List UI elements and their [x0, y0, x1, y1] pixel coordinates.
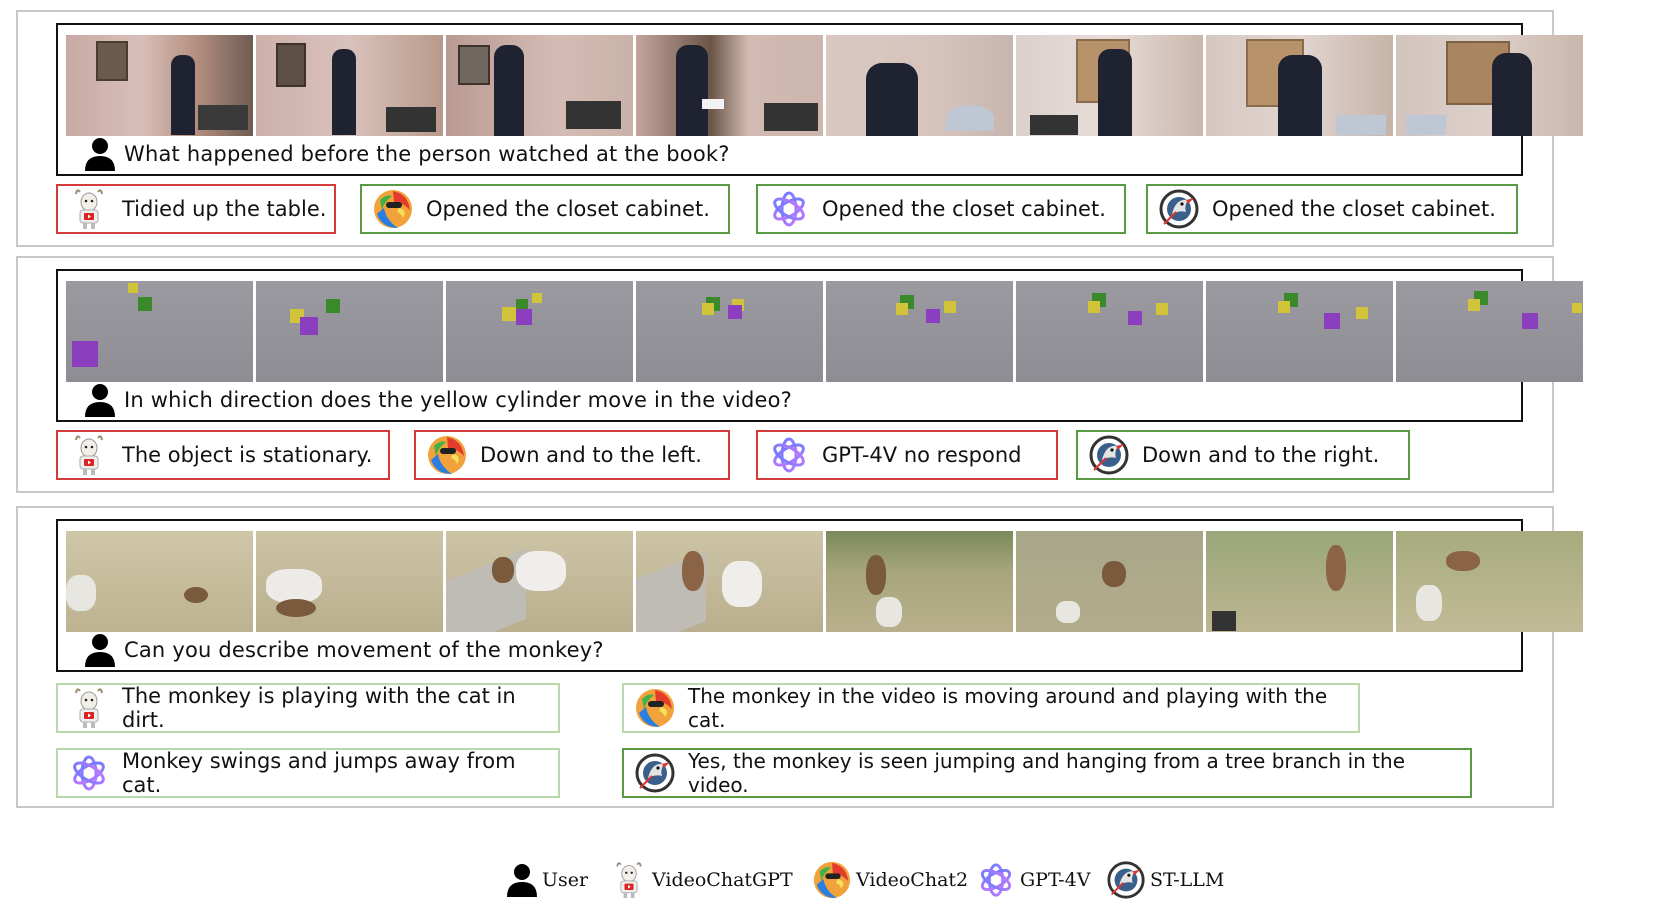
answer-stllm-1: Opened the closet cabinet. [1146, 184, 1518, 234]
video-frames-3 [66, 531, 1583, 632]
video-frame [1206, 35, 1393, 136]
question-2: In which direction does the yellow cylin… [84, 383, 792, 417]
example-panel-2: In which direction does the yellow cylin… [16, 256, 1583, 493]
question-text: What happened before the person watched … [124, 142, 730, 166]
legend-gpt4v: GPT-4V [976, 858, 1090, 902]
video-frame [1206, 531, 1393, 632]
compass-bird-icon [1088, 434, 1130, 476]
answer-gpt4v-2: GPT-4V no respond [756, 430, 1058, 480]
video-frame [636, 35, 823, 136]
answer-videochatgpt-3: The monkey is playing with the cat in di… [56, 683, 560, 733]
goat-mascot-icon [68, 434, 110, 476]
legend-label: GPT-4V [1020, 869, 1091, 891]
legend-user: User [506, 858, 588, 902]
goat-mascot-icon [610, 859, 648, 901]
question-text: In which direction does the yellow cylin… [124, 388, 793, 412]
answer-stllm-3: Yes, the monkey is seen jumping and hang… [622, 748, 1472, 798]
answer-text: GPT-4V no respond [822, 443, 1022, 467]
question-box-3: Can you describe movement of the monkey? [56, 519, 1583, 672]
video-frame [1396, 531, 1583, 632]
answer-videochat2-3: The monkey in the video is moving around… [622, 683, 1360, 733]
video-frame [1396, 35, 1583, 136]
goat-mascot-icon [68, 188, 110, 230]
legend: User VideoChatGPT VideoChat2 GPT-4V ST-L… [0, 858, 1661, 902]
answer-text: The monkey in the video is moving around… [688, 684, 1328, 732]
answer-text: Tidied up the table. [122, 197, 327, 221]
user-icon [84, 383, 116, 417]
example-panel-3: Can you describe movement of the monkey?… [16, 506, 1583, 808]
legend-label: User [542, 869, 589, 891]
video-frames-2 [66, 281, 1583, 382]
answer-text: Monkey swings and jumps away from cat. [122, 749, 516, 797]
openai-knot-icon [768, 188, 810, 230]
user-icon [84, 137, 116, 171]
legend-stllm: ST-LLM [1106, 858, 1224, 902]
video-frame [1016, 281, 1203, 382]
video-frame [826, 35, 1013, 136]
answer-text: Yes, the monkey is seen jumping and hang… [688, 749, 1406, 797]
video-frame [446, 281, 633, 382]
video-frame [446, 531, 633, 632]
legend-label: VideoChat2 [856, 869, 969, 891]
answer-gpt4v-1: Opened the closet cabinet. [756, 184, 1126, 234]
video-frame [446, 35, 633, 136]
answer-gpt4v-3: Monkey swings and jumps away from cat. [56, 748, 560, 798]
video-frames-1 [66, 35, 1583, 136]
answer-text: Down and to the right. [1142, 443, 1380, 467]
parrot-icon [426, 434, 468, 476]
video-frame [66, 281, 253, 382]
video-frame [256, 35, 443, 136]
user-icon [506, 863, 538, 897]
user-icon [84, 633, 116, 667]
compass-bird-icon [1158, 188, 1200, 230]
question-box-1: What happened before the person watched … [56, 23, 1583, 176]
answer-text: Opened the closet cabinet. [426, 197, 710, 221]
video-frame [1206, 281, 1393, 382]
video-frame [636, 281, 823, 382]
answer-videochatgpt-1: Tidied up the table. [56, 184, 336, 234]
question-3: Can you describe movement of the monkey? [84, 633, 604, 667]
answer-text: Down and to the left. [480, 443, 702, 467]
question-text: Can you describe movement of the monkey? [124, 638, 604, 662]
answer-text: Opened the closet cabinet. [1212, 197, 1496, 221]
parrot-icon [812, 859, 852, 901]
openai-knot-icon [976, 859, 1016, 901]
video-frame [826, 531, 1013, 632]
question-1: What happened before the person watched … [84, 137, 730, 171]
legend-videochat2: VideoChat2 [812, 858, 968, 902]
legend-label: ST-LLM [1150, 869, 1225, 891]
video-frame [636, 531, 823, 632]
legend-label: VideoChatGPT [652, 869, 793, 891]
goat-mascot-icon [68, 687, 110, 729]
video-frame [66, 531, 253, 632]
openai-knot-icon [768, 434, 810, 476]
legend-videochatgpt: VideoChatGPT [610, 858, 793, 902]
video-frame [826, 281, 1013, 382]
compass-bird-icon [1106, 859, 1146, 901]
answer-videochatgpt-2: The object is stationary. [56, 430, 390, 480]
answer-videochat2-1: Opened the closet cabinet. [360, 184, 730, 234]
answer-text: The monkey is playing with the cat in di… [122, 684, 516, 732]
compass-bird-icon [634, 752, 676, 794]
question-box-2: In which direction does the yellow cylin… [56, 269, 1583, 422]
answer-videochat2-2: Down and to the left. [414, 430, 730, 480]
parrot-icon [634, 687, 676, 729]
video-frame [1396, 281, 1583, 382]
parrot-icon [372, 188, 414, 230]
video-frame [256, 281, 443, 382]
answer-text: Opened the closet cabinet. [822, 197, 1106, 221]
video-frame [1016, 35, 1203, 136]
video-frame [1016, 531, 1203, 632]
openai-knot-icon [68, 752, 110, 794]
video-frame [256, 531, 443, 632]
answer-text: The object is stationary. [122, 443, 373, 467]
video-frame [66, 35, 253, 136]
answer-stllm-2: Down and to the right. [1076, 430, 1410, 480]
example-panel-1: What happened before the person watched … [16, 10, 1583, 247]
